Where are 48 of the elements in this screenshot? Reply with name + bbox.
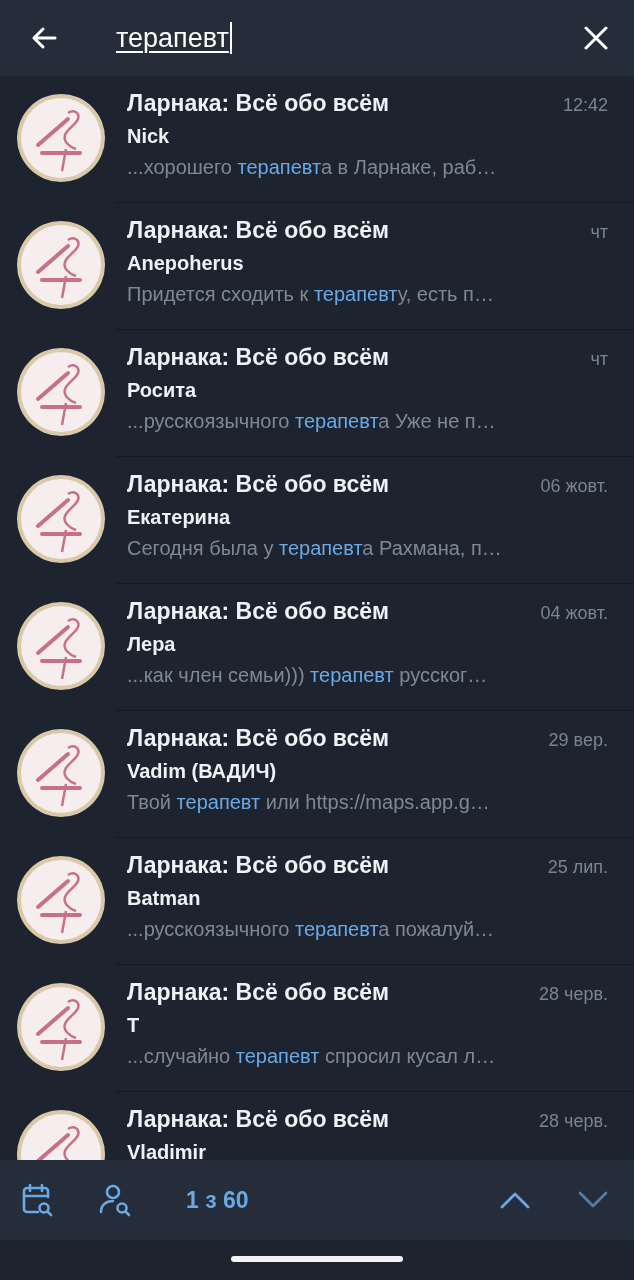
message-time: чт (590, 222, 608, 243)
message-time: 25 лип. (547, 857, 608, 878)
chat-name: Ларнака: Всё обо всём (127, 217, 390, 244)
search-result[interactable]: Ларнака: Всё обо всём 29 вер. Vadim (ВАДИЧ) Твой терапевт или https://maps.app.g… (0, 711, 634, 838)
search-result[interactable]: Ларнака: Всё обо всём 25 лип. Batman ...русскоязычного терапевта пожалуй… (0, 838, 634, 965)
message-snippet: Твой терапевт или https://maps.app.g… (127, 791, 491, 814)
message-snippet: Придется сходить к терапевту, есть п… (127, 283, 495, 306)
sender-name: Росита (127, 379, 198, 402)
chat-name: Ларнака: Всё обо всём (127, 471, 390, 498)
message-time: 28 черв. (539, 984, 608, 1005)
message-snippet: Сегодня была у терапевта Рахмана, п… (127, 537, 503, 560)
message-time: 06 жовт. (540, 476, 608, 497)
message-time: 12:42 (562, 95, 608, 116)
chevron-up-icon[interactable] (500, 1191, 530, 1209)
message-time: чт (590, 349, 608, 370)
chat-name: Ларнака: Всё обо всём (127, 598, 390, 625)
sender-name: Vadim (ВАДИЧ) (127, 760, 278, 783)
message-time: 29 вер. (548, 730, 608, 751)
chat-name: Ларнака: Всё обо всём (127, 90, 390, 117)
search-result[interactable]: Ларнака: Всё обо всём 28 черв. T ...случайно терапевт спросил кусал л… (0, 965, 634, 1092)
result-counter: 1 з 60 (186, 1186, 249, 1214)
message-time: 28 черв. (539, 1111, 608, 1132)
chevron-down-icon[interactable] (578, 1191, 608, 1209)
message-snippet: ...хорошего терапевта в Ларнаке, раб… (127, 156, 498, 179)
sender-name: Anepoherus (127, 252, 245, 275)
chat-name: Ларнака: Всё обо всём (127, 1106, 390, 1133)
search-result[interactable]: Ларнака: Всё обо всём 04 жовт. Лера ...как член семьи))) терапевт русског… (0, 584, 634, 711)
message-snippet: ...русскоязычного терапевта пожалуй… (127, 918, 496, 941)
message-time: 04 жовт. (540, 603, 608, 624)
message-snippet: ...случайно терапевт спросил кусал л… (127, 1045, 497, 1068)
message-snippet: ...как член семьи))) терапевт русског… (127, 664, 489, 687)
sender-name: Batman (127, 887, 202, 910)
search-result[interactable]: Ларнака: Всё обо всём 12:42 Nick ...хорошего терапевта в Ларнаке, раб… (0, 76, 634, 203)
sender-name: Екатерина (127, 506, 232, 529)
sender-name: T (127, 1014, 141, 1037)
close-icon[interactable] (584, 26, 608, 50)
sender-name: Nick (127, 125, 171, 148)
chat-name: Ларнака: Всё обо всём (127, 344, 390, 371)
sender-name: Лера (127, 633, 177, 656)
search-field[interactable]: терапевт (116, 22, 232, 54)
chat-name: Ларнака: Всё обо всём (127, 852, 390, 879)
search-result[interactable]: Ларнака: Всё обо всём 06 жовт. Екатерина Сегодня была у терапевта Рахмана, п… (0, 457, 634, 584)
chat-name: Ларнака: Всё обо всём (127, 979, 390, 1006)
sender-name: Vladimir (127, 1141, 207, 1160)
search-result[interactable]: Ларнака: Всё обо всём чт Росита ...русскоязычного терапевта Уже не п… (0, 330, 634, 457)
search-result[interactable]: Ларнака: Всё обо всём чт Anepoherus Придется сходить к терапевту, есть п… (0, 203, 634, 330)
message-snippet: ...русскоязычного терапевта Уже не п… (127, 410, 497, 433)
chat-name: Ларнака: Всё обо всём (127, 725, 390, 752)
